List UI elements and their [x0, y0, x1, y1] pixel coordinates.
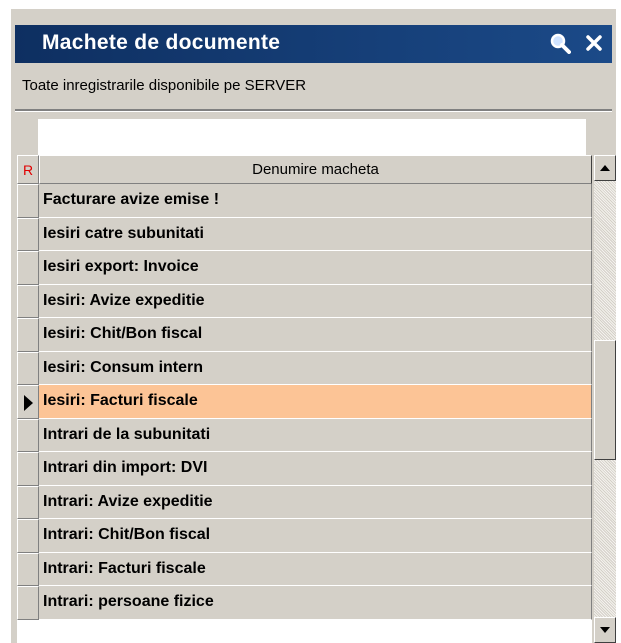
scope-label: Toate inregistrarile disponibile pe SERV…: [22, 77, 307, 94]
row-label[interactable]: Iesiri: Consum intern: [39, 351, 592, 385]
row-label[interactable]: Intrari: persoane fizice: [39, 586, 592, 620]
vertical-scrollbar[interactable]: [594, 155, 616, 643]
divider: [15, 109, 612, 112]
row-indicator[interactable]: [17, 485, 39, 519]
table-row[interactable]: Iesiri: Consum intern: [17, 351, 592, 385]
search-icon[interactable]: [548, 31, 572, 55]
row-indicator-header[interactable]: R: [17, 155, 39, 184]
table-row[interactable]: Iesiri export: Invoice: [17, 251, 592, 285]
window-title: Machete de documente: [42, 31, 281, 54]
scroll-thumb[interactable]: [594, 340, 616, 460]
row-indicator[interactable]: [17, 418, 39, 452]
table-row[interactable]: Iesiri: Chit/Bon fiscal: [17, 318, 592, 352]
title-bar[interactable]: Machete de documente: [15, 25, 612, 63]
table-row[interactable]: Intrari: Facturi fiscale: [17, 552, 592, 586]
row-indicator[interactable]: [17, 552, 39, 586]
row-label[interactable]: Iesiri export: Invoice: [39, 251, 592, 285]
table-row[interactable]: Intrari: Avize expeditie: [17, 485, 592, 519]
table-row[interactable]: Intrari din import: DVI: [17, 452, 592, 486]
table-row[interactable]: Intrari de la subunitati: [17, 418, 592, 452]
close-icon[interactable]: [582, 31, 606, 55]
documents-window: Machete de documente Toate inregistraril…: [10, 8, 616, 643]
row-label[interactable]: Intrari: Chit/Bon fiscal: [39, 519, 592, 553]
row-indicator[interactable]: [17, 519, 39, 553]
row-label[interactable]: Iesiri: Avize expeditie: [39, 284, 592, 318]
row-indicator[interactable]: [17, 217, 39, 251]
arrow-down-icon: [600, 627, 610, 633]
table-row[interactable]: Iesiri: Avize expeditie: [17, 284, 592, 318]
grid-rows: Facturare avize emise ! Iesiri catre subu…: [17, 184, 592, 620]
current-row-pointer-icon: [24, 395, 33, 411]
row-indicator[interactable]: [17, 586, 39, 620]
row-indicator[interactable]: [17, 251, 39, 285]
row-indicator[interactable]: [17, 318, 39, 352]
scroll-up-button[interactable]: [594, 155, 616, 181]
row-label[interactable]: Iesiri catre subunitati: [39, 217, 592, 251]
table-row[interactable]: Intrari: Chit/Bon fiscal: [17, 519, 592, 553]
row-label[interactable]: Intrari: Avize expeditie: [39, 485, 592, 519]
templates-grid: R Denumire macheta Facturare avize emise…: [17, 155, 592, 643]
scroll-down-button[interactable]: [594, 617, 616, 643]
column-header-denumire[interactable]: Denumire macheta: [39, 155, 592, 184]
grid-header: R Denumire macheta: [17, 155, 592, 184]
table-row[interactable]: Iesiri: Facturi fiscale: [17, 385, 592, 419]
row-label[interactable]: Iesiri: Chit/Bon fiscal: [39, 318, 592, 352]
table-row[interactable]: Facturare avize emise !: [17, 184, 592, 218]
row-indicator[interactable]: [17, 452, 39, 486]
row-label[interactable]: Intrari de la subunitati: [39, 418, 592, 452]
row-label[interactable]: Intrari din import: DVI: [39, 452, 592, 486]
table-row[interactable]: Iesiri catre subunitati: [17, 217, 592, 251]
row-indicator[interactable]: [17, 351, 39, 385]
row-indicator[interactable]: [17, 284, 39, 318]
arrow-up-icon: [600, 165, 610, 171]
row-indicator[interactable]: [17, 184, 39, 218]
row-indicator[interactable]: [17, 385, 39, 419]
row-label[interactable]: Facturare avize emise !: [39, 184, 592, 218]
table-row[interactable]: Intrari: persoane fizice: [17, 586, 592, 620]
row-label[interactable]: Iesiri: Facturi fiscale: [39, 385, 592, 419]
filter-input[interactable]: [38, 119, 586, 155]
row-label[interactable]: Intrari: Facturi fiscale: [39, 552, 592, 586]
